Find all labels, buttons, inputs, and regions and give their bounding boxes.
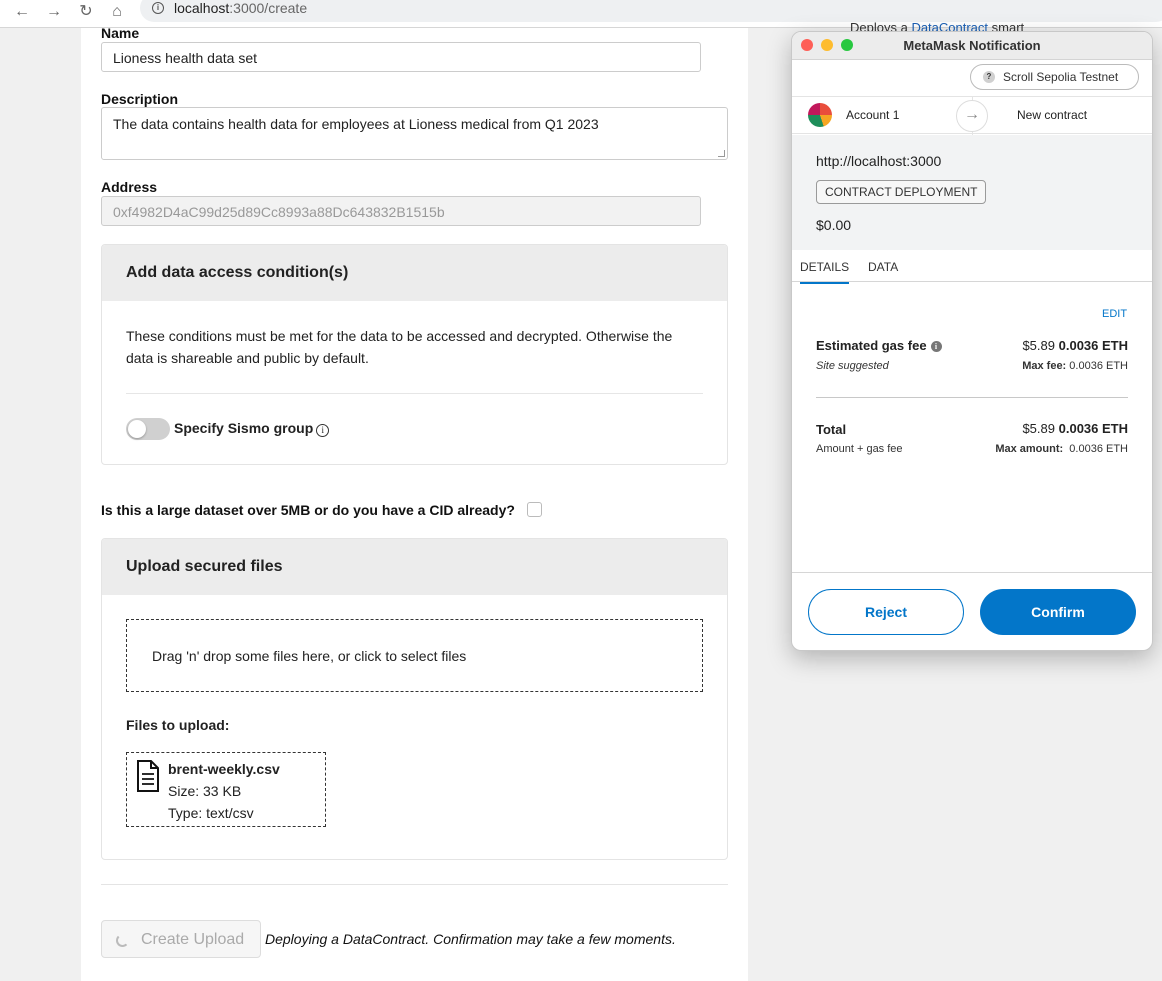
divider [126, 393, 703, 394]
divider [816, 397, 1128, 398]
max-amount: Max amount: 0.0036 ETH [995, 443, 1128, 455]
description-textarea[interactable]: The data contains health data for employ… [101, 107, 728, 160]
sismo-group-label: Specify Sismo group i [174, 420, 330, 437]
access-card-title: Add data access condition(s) [102, 245, 727, 301]
file-name: brent-weekly.csv [168, 761, 280, 777]
large-dataset-checkbox[interactable] [527, 502, 542, 517]
upload-card-title: Upload secured files [102, 539, 727, 595]
back-arrow-icon[interactable]: ← [12, 2, 32, 22]
recipient-new-contract: New contract [1017, 108, 1088, 122]
toggle-knob [128, 420, 146, 438]
site-suggested-label: Site suggested [816, 360, 889, 372]
document-icon [137, 760, 159, 792]
file-dropzone[interactable]: Drag 'n' drop some files here, or click … [126, 619, 703, 692]
metamask-titlebar: MetaMask Notification [792, 32, 1152, 60]
name-label: Name [101, 25, 140, 41]
description-label: Description [101, 91, 179, 107]
address-bar[interactable]: i localhost:3000/create [140, 0, 1162, 22]
reject-button[interactable]: Reject [808, 589, 964, 635]
upload-card: Upload secured files Drag 'n' drop some … [101, 538, 728, 860]
network-selector[interactable]: ? Scroll Sepolia Testnet [970, 64, 1139, 90]
name-input[interactable]: Lioness health data set [101, 42, 701, 72]
amount-gas-label: Amount + gas fee [816, 443, 903, 455]
address-label: Address [101, 179, 158, 195]
transaction-amount: $0.00 [816, 217, 852, 233]
divider [792, 572, 1152, 573]
address-input: 0xf4982D4aC99d25d89Cc8993a88Dc643832B151… [101, 196, 701, 226]
divider [101, 884, 728, 885]
create-upload-label: Create Upload [141, 931, 245, 948]
info-icon[interactable]: i [316, 424, 330, 437]
info-icon[interactable]: i [930, 341, 942, 352]
metamask-title: MetaMask Notification [903, 38, 1041, 53]
estimated-gas-label: Estimated gas fee i [816, 338, 942, 353]
file-type: Type: text/csv [168, 805, 254, 821]
gas-fee-value: $5.89 0.0036 ETH [1022, 338, 1128, 353]
deploy-status-message: Deploying a DataContract. Confirmation m… [265, 931, 676, 947]
reload-icon[interactable]: ↻ [76, 2, 96, 22]
file-item: brent-weekly.csv Size: 33 KB Type: text/… [126, 752, 326, 827]
large-dataset-question: Is this a large dataset over 5MB or do y… [101, 502, 515, 518]
max-fee: Max fee: 0.0036 ETH [1022, 360, 1128, 372]
origin-url: http://localhost:3000 [816, 153, 942, 169]
access-card-description: These conditions must be met for the dat… [126, 328, 673, 366]
forward-arrow-icon[interactable]: → [44, 2, 64, 22]
metamask-window: MetaMask Notification ? Scroll Sepolia T… [791, 31, 1153, 651]
site-info-icon[interactable]: i [152, 2, 164, 14]
edit-gas-link[interactable]: EDIT [1102, 308, 1127, 320]
contract-deployment-badge: CONTRACT DEPLOYMENT [816, 180, 987, 204]
tab-details[interactable]: DETAILS [800, 260, 850, 284]
access-condition-card: Add data access condition(s) These condi… [101, 244, 728, 465]
loading-spinner-icon [116, 934, 129, 947]
file-size: Size: 33 KB [168, 783, 242, 799]
network-question-icon: ? [983, 71, 995, 83]
files-to-upload-label: Files to upload: [126, 717, 230, 733]
home-icon[interactable]: ⌂ [107, 2, 127, 22]
confirm-button[interactable]: Confirm [980, 589, 1136, 635]
create-upload-button[interactable]: Create Upload [101, 920, 261, 958]
sismo-group-toggle[interactable] [126, 418, 170, 440]
arrow-right-icon: → [956, 100, 988, 132]
network-name: Scroll Sepolia Testnet [1003, 70, 1119, 84]
account-name: Account 1 [846, 108, 900, 122]
url-text: localhost:3000/create [174, 0, 308, 16]
resize-grip-icon[interactable] [718, 150, 725, 157]
total-label: Total [816, 422, 847, 437]
tab-data[interactable]: DATA [868, 260, 898, 274]
total-value: $5.89 0.0036 ETH [1022, 421, 1128, 436]
account-avatar [808, 103, 832, 127]
create-page: Name Lioness health data set Description… [81, 25, 748, 981]
description-text: The data contains health data for employ… [113, 116, 599, 132]
details-tabs: DETAILS DATA [792, 250, 1152, 284]
account-row: Account 1 → New contract [792, 96, 1152, 135]
